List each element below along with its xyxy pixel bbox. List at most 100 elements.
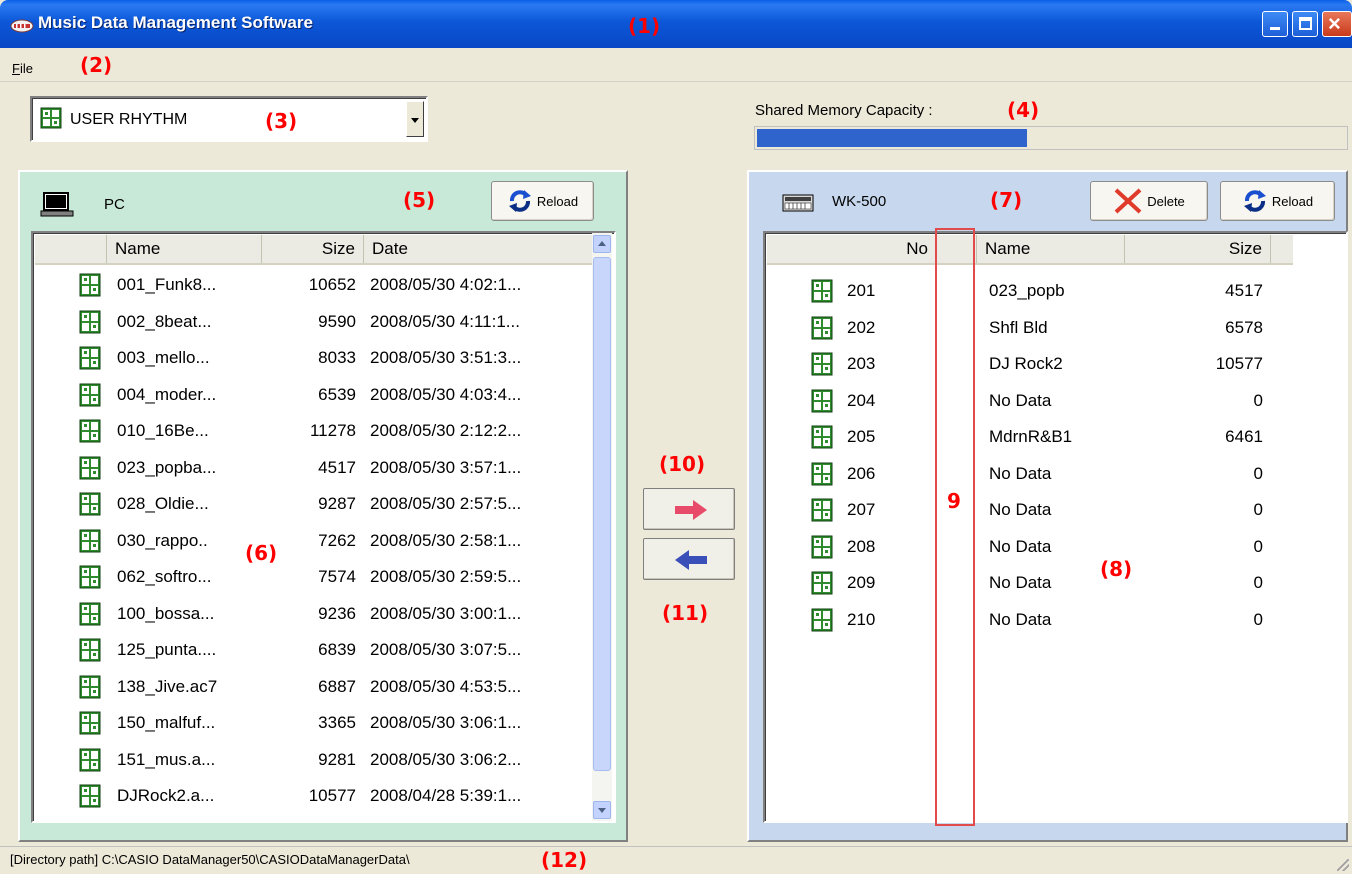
annotation-3: (3) (265, 109, 298, 133)
pc-panel-label: PC (104, 196, 125, 213)
file-name: 030_rappo.. (117, 530, 208, 550)
menu-file-rest: ile (19, 61, 33, 76)
file-size: 9236 (318, 603, 356, 623)
pc-file-row[interactable]: 125_punta.... 6839 2008/05/30 3:07:5... (35, 632, 595, 668)
pc-file-row[interactable]: DJRock2.a... 10577 2008/04/28 5:39:1... (35, 778, 595, 814)
annotation-10: (10) (659, 452, 706, 476)
menu-file[interactable]: File (12, 61, 33, 76)
pc-file-row[interactable]: 138_Jive.ac7 6887 2008/05/30 4:53:5... (35, 669, 595, 705)
minimize-button[interactable] (1262, 11, 1288, 37)
pc-file-row[interactable]: 150_malfuf... 3365 2008/05/30 3:06:1... (35, 705, 595, 741)
file-size: 9281 (318, 749, 356, 769)
file-name: DJRock2.a... (117, 786, 215, 805)
annotation-6: (6) (245, 541, 278, 565)
item-number: 203 (847, 354, 876, 373)
chevron-down-icon[interactable] (406, 101, 424, 137)
pc-reload-button[interactable]: Reload (491, 181, 594, 221)
delete-label: Delete (1147, 193, 1185, 209)
rhythm-file-icon (79, 748, 101, 771)
pc-file-row[interactable]: 151_mus.a... 9281 2008/05/30 3:06:2... (35, 742, 595, 778)
pc-list-scrollbar[interactable] (592, 233, 612, 821)
rhythm-file-icon (79, 675, 101, 698)
pc-file-row[interactable]: 003_mello... 8033 2008/05/30 3:51:3... (35, 340, 595, 376)
item-name: No Data (989, 500, 1052, 519)
header-size[interactable]: Size (262, 235, 364, 263)
device-reload-button[interactable]: Reload (1220, 181, 1335, 221)
device-item-row[interactable]: 210 No Data 0 (767, 602, 1327, 638)
pc-file-row[interactable]: 100_bossa... 9236 2008/05/30 3:00:1... (35, 596, 595, 632)
header-size[interactable]: Size (1125, 235, 1271, 263)
header-name[interactable]: Name (107, 235, 262, 263)
annotation-7: (7) (990, 188, 1023, 212)
pc-file-row[interactable]: 002_8beat... 9590 2008/05/30 4:11:1... (35, 304, 595, 340)
annotation-12: (12) (541, 848, 588, 872)
file-name: 028_Oldie... (117, 494, 209, 513)
item-name: 023_popb (989, 281, 1065, 300)
pc-file-row[interactable]: 004_moder... 6539 2008/05/30 4:03:4... (35, 377, 595, 413)
rhythm-file-icon (811, 389, 833, 412)
file-name: 002_8beat... (117, 311, 212, 331)
header-no[interactable]: No (767, 235, 937, 263)
directory-path: [Directory path] C:\CASIO DataManager50\… (10, 852, 410, 867)
delete-x-icon (1114, 188, 1142, 214)
device-item-row[interactable]: 204 No Data 0 (767, 383, 1327, 419)
device-item-row[interactable]: 206 No Data 0 (767, 456, 1327, 492)
pc-list-header: Name Size Date (35, 235, 595, 265)
pc-file-row[interactable]: 023_popba... 4517 2008/05/30 3:57:1... (35, 450, 595, 486)
device-item-row[interactable]: 205 MdrnR&B1 6461 (767, 419, 1327, 455)
item-number: 204 (847, 390, 876, 410)
item-number: 206 (847, 463, 876, 483)
pc-file-row[interactable]: 001_Funk8... 10652 2008/05/30 4:02:1... (35, 267, 595, 303)
file-date: 2008/05/30 3:00:1... (370, 603, 522, 623)
delete-button[interactable]: Delete (1090, 181, 1208, 221)
header-name[interactable]: Name (977, 235, 1125, 263)
keyboard-device-icon (782, 194, 814, 212)
device-item-row[interactable]: 209 No Data 0 (767, 565, 1327, 601)
item-size: 0 (1253, 573, 1263, 592)
item-size: 0 (1253, 500, 1263, 519)
rhythm-file-icon (811, 571, 833, 595)
category-select[interactable]: USER RHYTHM (30, 96, 428, 142)
header-date[interactable]: Date (364, 235, 595, 263)
scroll-down-icon[interactable] (593, 801, 611, 819)
rhythm-file-icon (79, 456, 101, 479)
device-item-row[interactable]: 201 023_popb 4517 (767, 273, 1327, 309)
scroll-up-icon[interactable] (593, 235, 611, 253)
file-size: 4517 (318, 457, 356, 477)
item-number: 208 (847, 536, 876, 556)
device-item-list[interactable]: No Name Size 201 023_popb 4517 202 Shfl Bld 6… (763, 231, 1348, 823)
device-reload-label: Reload (1271, 193, 1314, 209)
header-icon-column[interactable] (35, 235, 107, 263)
device-item-row[interactable]: 208 No Data 0 (767, 529, 1327, 565)
item-name: No Data (989, 390, 1052, 410)
item-size: 0 (1253, 536, 1263, 556)
maximize-button[interactable] (1292, 11, 1318, 37)
keyboard-app-icon (10, 19, 34, 33)
pc-file-list[interactable]: Name Size Date 001_Funk8... 10652 2008/05/… (31, 231, 616, 823)
pc-file-row[interactable]: 062_softro... 7574 2008/05/30 2:59:5... (35, 559, 595, 595)
rhythm-file-icon (811, 462, 833, 485)
file-date: 2008/05/30 3:06:2... (370, 749, 522, 769)
annotation-5: (5) (403, 188, 436, 212)
device-item-row[interactable]: 207 No Data 0 (767, 492, 1327, 528)
close-button[interactable]: × (1322, 11, 1352, 37)
rhythm-file-icon (811, 352, 833, 376)
arrow-left-icon (675, 550, 707, 570)
scroll-thumb[interactable] (593, 257, 611, 771)
resize-grip-icon[interactable] (1337, 859, 1349, 871)
rhythm-file-icon (79, 310, 101, 333)
rhythm-file-icon (79, 711, 101, 735)
pc-file-row[interactable]: 010_16Be... 11278 2008/05/30 2:12:2... (35, 413, 595, 449)
annotation-9: 9 (947, 489, 961, 513)
rhythm-file-icon (40, 107, 62, 129)
annotation-2: (2) (80, 53, 113, 77)
receive-from-device-button[interactable] (643, 538, 735, 580)
send-to-device-button[interactable] (643, 488, 735, 530)
device-item-row[interactable]: 203 DJ Rock2 10577 (767, 346, 1327, 382)
file-date: 2008/04/28 5:39:1... (370, 786, 522, 805)
device-panel-label: WK-500 (832, 193, 887, 210)
pc-file-row[interactable]: 030_rappo.. 7262 2008/05/30 2:58:1... (35, 523, 595, 559)
pc-file-row[interactable]: 028_Oldie... 9287 2008/05/30 2:57:5... (35, 486, 595, 522)
device-item-row[interactable]: 202 Shfl Bld 6578 (767, 310, 1327, 346)
item-name: No Data (989, 573, 1052, 592)
